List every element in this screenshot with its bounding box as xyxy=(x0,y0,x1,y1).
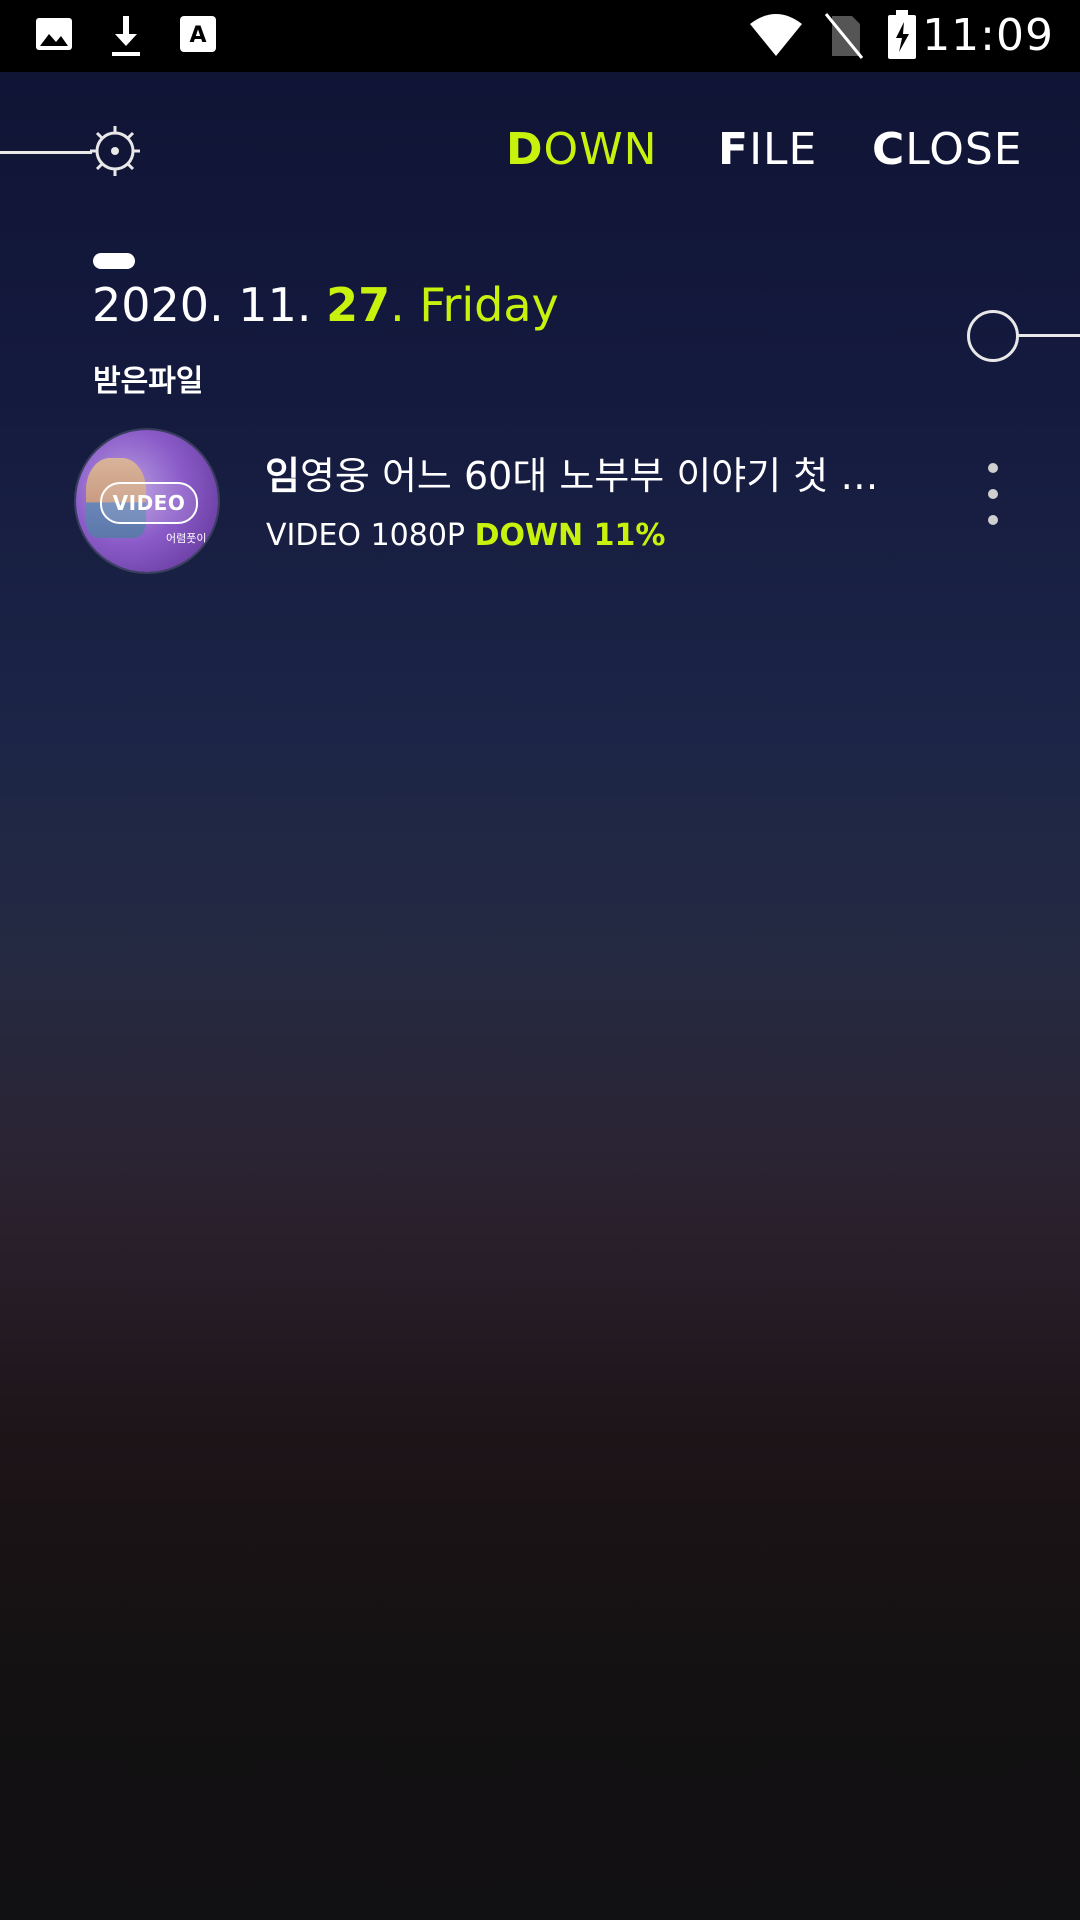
item-format: VIDEO 1080P xyxy=(266,518,475,553)
date-separator: . xyxy=(390,278,420,332)
circle-connector-line xyxy=(1016,334,1080,337)
item-title: 임영웅 어느 60대 노부부 이야기 첫 소... xyxy=(265,445,885,500)
close-button-initial: C xyxy=(872,124,906,175)
section-label: 받은파일 xyxy=(93,364,204,399)
date-day: 27 xyxy=(326,278,391,332)
svg-text:A: A xyxy=(189,23,206,48)
item-title-rest: 영웅 어느 60대 노부부 이야기 첫 소... xyxy=(299,454,885,498)
video-thumbnail: VIDEO 어렴풋이 xyxy=(76,430,218,572)
download-icon xyxy=(106,14,146,62)
date-heading: 2020. 11. 27. Friday xyxy=(92,278,559,332)
wifi-icon xyxy=(748,12,804,62)
gear-icon[interactable] xyxy=(88,124,142,178)
date-indicator-pill xyxy=(93,253,135,269)
close-button[interactable]: CLOSE xyxy=(872,124,1023,175)
tab-down-initial: D xyxy=(506,124,544,175)
item-title-initial: 임 xyxy=(265,454,300,498)
thumbnail-caption: 어렴풋이 xyxy=(166,532,207,545)
close-button-label: LOSE xyxy=(905,124,1023,175)
tab-file-label: ILE xyxy=(749,124,818,175)
date-weekday: Friday xyxy=(419,278,559,332)
circle-node-icon xyxy=(967,310,1019,362)
tab-down[interactable]: DOWN xyxy=(506,124,658,175)
font-app-icon: A xyxy=(178,14,218,58)
tab-file[interactable]: FILE xyxy=(718,124,817,175)
tab-down-label: OWN xyxy=(543,124,658,175)
more-options-icon[interactable] xyxy=(978,463,1008,529)
list-item[interactable]: VIDEO 어렴풋이 임영웅 어느 60대 노부부 이야기 첫 소... VID… xyxy=(0,425,1080,575)
download-status: DOWN 11% xyxy=(474,518,666,553)
settings-connector-line xyxy=(0,151,92,154)
date-prefix: 2020. 11. xyxy=(92,278,327,332)
battery-charging-icon xyxy=(886,10,918,64)
no-sim-icon xyxy=(824,12,864,64)
video-badge: VIDEO xyxy=(100,482,198,524)
item-meta: VIDEO 1080P DOWN 11% xyxy=(266,518,665,553)
clock: 11:09 xyxy=(922,10,1054,61)
tab-file-initial: F xyxy=(718,124,750,175)
status-bar: A 11:09 xyxy=(0,0,1080,72)
image-icon xyxy=(34,14,74,58)
